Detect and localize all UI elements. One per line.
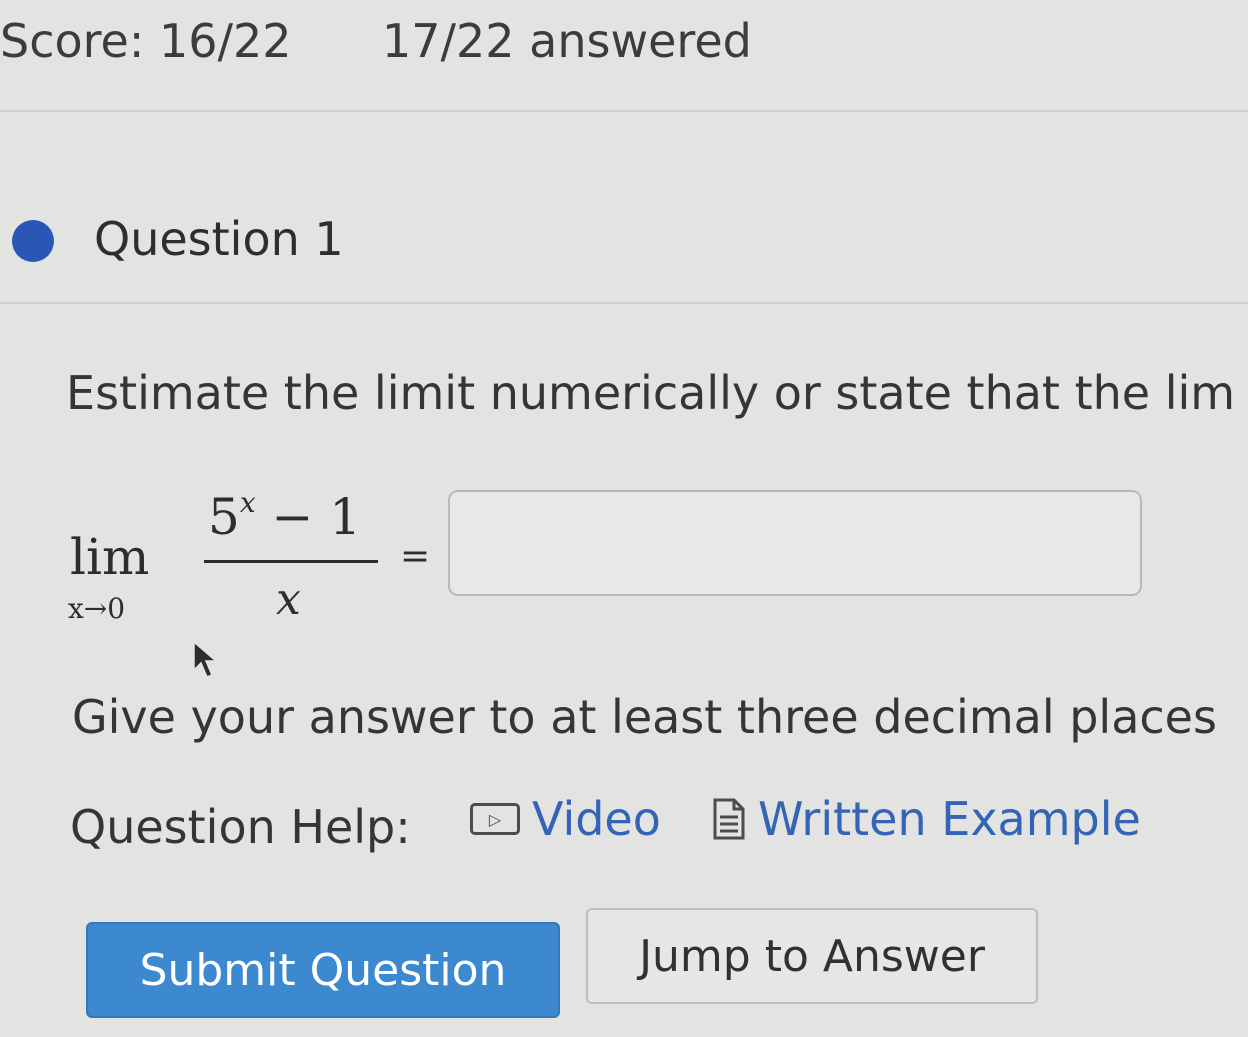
submit-question-button[interactable]: Submit Question <box>86 922 560 1018</box>
video-play-icon: ▷ <box>470 803 520 835</box>
numerator-exponent: x <box>239 486 256 520</box>
answer-input[interactable] <box>448 490 1142 596</box>
question-prompt: Estimate the limit numerically or state … <box>66 366 1236 420</box>
header-divider <box>0 110 1248 112</box>
limit-subscript: x→0 <box>68 592 126 625</box>
equals-sign: = <box>400 536 431 577</box>
answer-hint: Give your answer to at least three decim… <box>72 690 1217 744</box>
fraction-numerator: 5x − 1 <box>208 486 362 546</box>
document-icon <box>713 798 745 840</box>
video-link-label: Video <box>532 792 661 846</box>
numerator-rest: − 1 <box>255 488 362 546</box>
written-example-label: Written Example <box>758 792 1141 846</box>
limit-operator: lim <box>70 528 150 586</box>
question-help-label: Question Help: <box>70 800 411 854</box>
question-status-dot <box>12 220 54 262</box>
fraction-bar <box>204 560 378 563</box>
numerator-base: 5 <box>208 488 240 546</box>
written-example-link[interactable]: Written Example <box>712 792 1141 846</box>
video-help-link[interactable]: ▷ Video <box>470 792 661 846</box>
question-divider <box>0 302 1248 304</box>
mouse-cursor-icon <box>193 640 219 678</box>
question-title: Question 1 <box>94 212 344 266</box>
score-text: Score: 16/22 <box>0 14 292 68</box>
answered-count: 17/22 answered <box>382 14 752 68</box>
jump-to-answer-button[interactable]: Jump to Answer <box>586 908 1038 1004</box>
fraction-denominator: x <box>276 574 301 625</box>
